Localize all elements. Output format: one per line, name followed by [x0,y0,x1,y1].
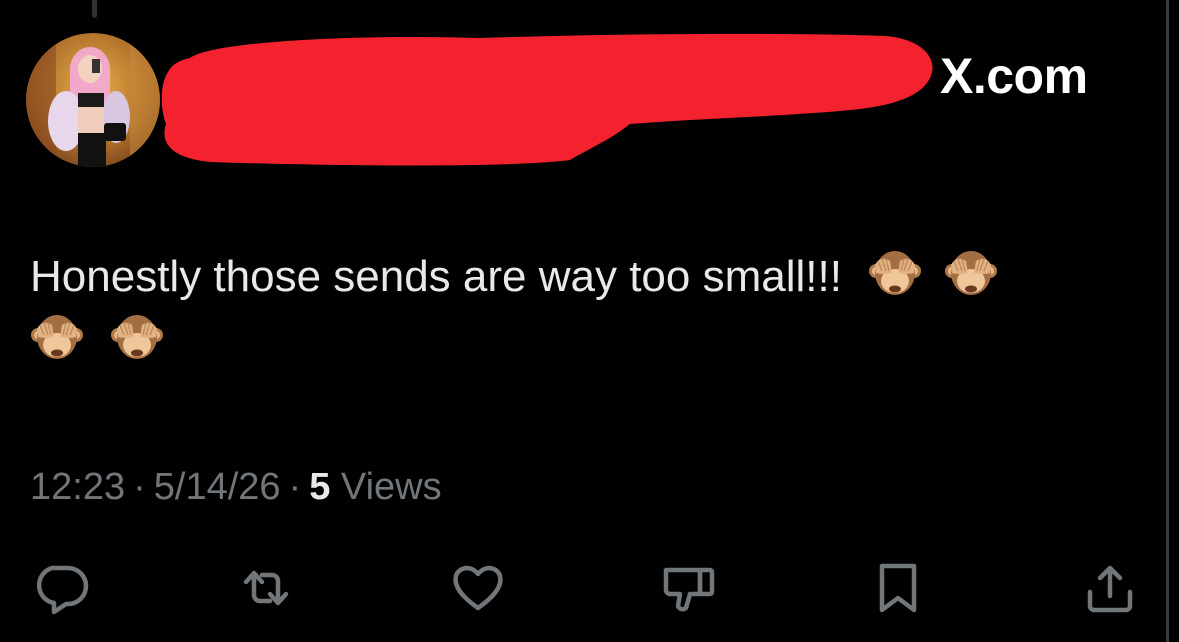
views-label: Views [340,466,442,508]
emoji-group [854,252,998,301]
see-no-evil-monkey-icon [868,247,922,301]
emoji-line-2 [30,310,1140,372]
share-icon [1087,565,1133,613]
bookmark-icon [879,563,917,613]
reply-button[interactable] [28,556,92,620]
meta-separator: · [133,466,146,508]
retweet-icon [243,570,289,606]
tweet-body: Honestly those sends are way too small!!… [30,252,842,301]
avatar[interactable] [26,33,160,167]
meta-separator: · [288,466,302,508]
avatar-image [26,33,160,167]
tweet-text: Honestly those sends are way too small!!… [30,246,1140,372]
dislike-button[interactable] [658,556,722,620]
redaction-mark [161,33,933,166]
retweet-button[interactable] [234,556,298,620]
tweet-screenshot: X.com Honestly those sends are way too s… [0,0,1179,642]
dislike-icon [663,567,715,612]
reply-icon [36,565,89,615]
see-no-evil-monkey-icon [110,311,164,365]
like-icon [453,565,503,611]
action-bar [0,556,1179,626]
tweet-time[interactable]: 12:23 [30,466,125,508]
share-button[interactable] [1078,556,1142,620]
bookmark-button[interactable] [866,556,930,620]
tweet-meta: 12:23 · 5/14/26 · 5 Views [30,462,442,512]
see-no-evil-monkey-icon [30,311,84,365]
tweet-date[interactable]: 5/14/26 [154,466,281,508]
thread-connector-line [92,0,97,18]
see-no-evil-monkey-icon [944,247,998,301]
brand-label: X.com [940,48,1088,104]
like-button[interactable] [446,556,510,620]
scroll-edge [1166,0,1169,642]
views-count: 5 [309,466,331,508]
